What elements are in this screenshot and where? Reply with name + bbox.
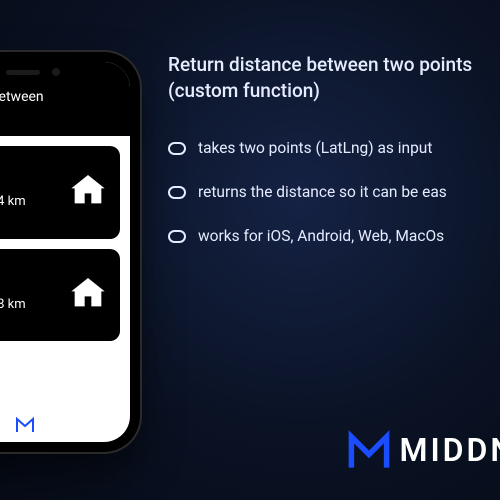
bullet-ring-icon [168,142,186,155]
bullet-item: works for iOS, Android, Web, MacOs [168,227,500,245]
brand-name: MIDDN [399,431,500,469]
brand-m-icon [15,414,35,434]
place-name: Home [0,156,58,174]
bullet-item: returns the distance so it can be eas [168,183,500,201]
place-distance: ace is 32.8 km away [0,296,58,331]
place-address: Plaza 43 [0,174,58,192]
bullet-ring-icon [168,230,186,243]
home-icon [68,170,108,214]
home-icon [68,273,108,317]
app-footer-logo [0,414,130,434]
bullet-text: works for iOS, Android, Web, MacOs [198,227,444,245]
bullet-item: takes two points (LatLng) as input [168,139,500,157]
place-distance: ace is 20.4 km away [0,193,58,228]
place-name: s House [0,259,58,277]
place-address: street 7 [0,276,58,294]
place-card-text: s House street 7 ace is 32.8 km away [0,259,58,331]
app-bar-title: distance between points [0,89,44,123]
place-card[interactable]: s House street 7 ace is 32.8 km away [0,249,120,341]
brand-logo: MIDDN [347,428,500,472]
feature-heading: Return distance between two points (cust… [168,52,500,103]
place-card[interactable]: Home Plaza 43 ace is 20.4 km away [0,146,120,238]
phone-notch [0,62,80,84]
bullet-ring-icon [168,186,186,199]
place-card-text: Home Plaza 43 ace is 20.4 km away [0,156,58,228]
feature-bullets: takes two points (LatLng) as input retur… [168,139,500,245]
feature-copy: Return distance between two points (cust… [168,52,500,271]
bullet-text: returns the distance so it can be eas [198,183,447,201]
bullet-text: takes two points (LatLng) as input [198,139,432,157]
phone-screen: distance between points Home Plaza 43 ac… [0,62,130,442]
brand-m-icon [347,428,391,472]
phone-mock: distance between points Home Plaza 43 ac… [0,52,140,452]
place-list: Home Plaza 43 ace is 20.4 km away s Hous… [0,136,130,350]
